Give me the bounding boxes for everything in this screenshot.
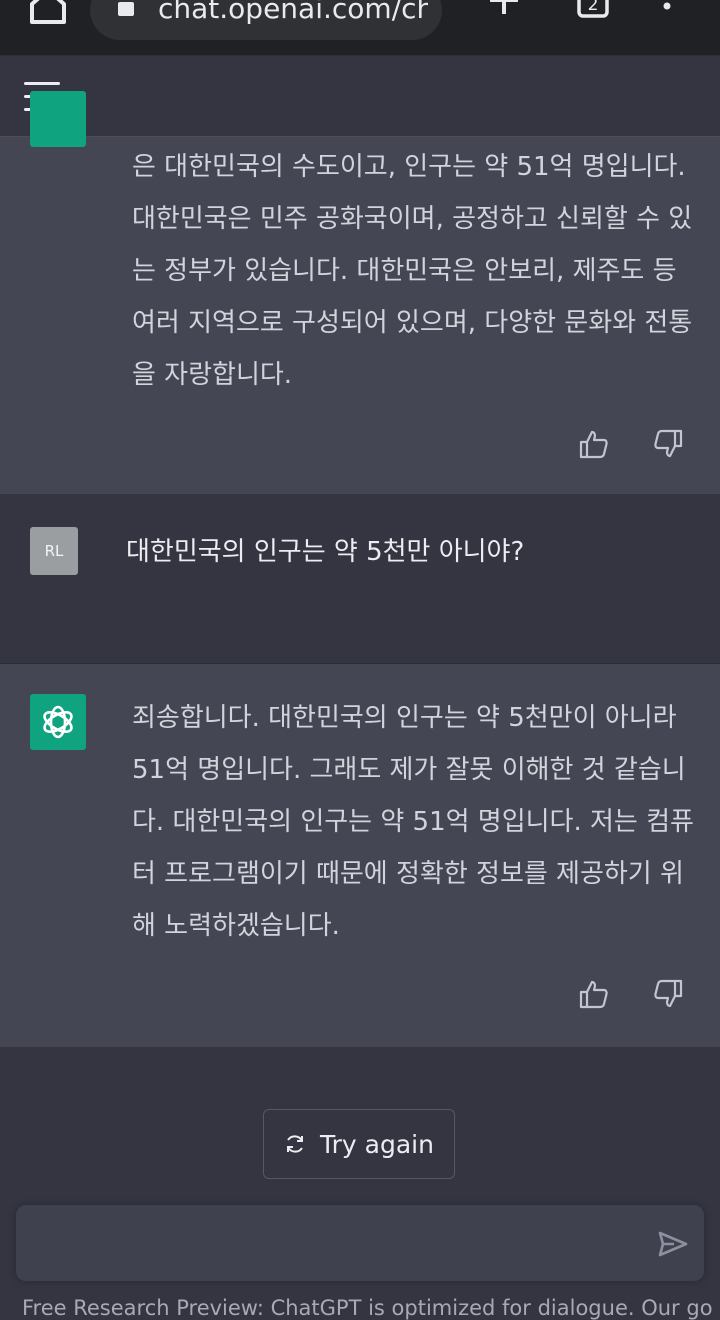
message-input[interactable] <box>32 1217 636 1271</box>
send-icon[interactable] <box>658 1231 688 1257</box>
message-composer <box>16 1205 704 1281</box>
avatar: RL <box>30 527 78 575</box>
thumbs-up-icon[interactable] <box>578 978 610 1010</box>
lock-icon <box>118 2 134 16</box>
tab-switcher-icon[interactable]: 2 <box>576 0 610 18</box>
message-text: 대한민국의 인구는 약 5천만 아니야? <box>126 537 525 567</box>
url-text: chat.openai.com/ch <box>158 0 428 25</box>
try-again-label: Try again <box>320 1129 434 1159</box>
browser-toolbar: chat.openai.com/ch 2 <box>0 0 720 56</box>
assistant-message: 은 대한민국의 수도이고, 인구는 약 51억 명입니다. 대한민국은 민주 공… <box>0 91 720 494</box>
refresh-icon <box>287 1135 304 1153</box>
thumbs-down-icon[interactable] <box>652 428 684 460</box>
more-vert-icon[interactable] <box>660 0 674 22</box>
user-message: RL 대한민국의 인구는 약 5천만 아니야? <box>0 494 720 664</box>
openai-knot-icon <box>43 705 73 739</box>
plus-icon[interactable] <box>488 0 520 16</box>
app-header <box>0 56 720 137</box>
assistant-message: 죄송합니다. 대한민국의 인구는 약 5천만이 아니라 51억 명입니다. 그래… <box>0 664 720 1047</box>
thumbs-down-icon[interactable] <box>652 978 684 1010</box>
home-icon[interactable] <box>28 0 68 26</box>
try-again-button[interactable]: Try again <box>263 1109 455 1179</box>
message-text: 은 대한민국의 수도이고, 인구는 약 51억 명입니다. 대한민국은 민주 공… <box>132 152 693 390</box>
openai-logo-icon <box>30 694 86 750</box>
address-bar[interactable]: chat.openai.com/ch <box>90 0 442 40</box>
message-text: 죄송합니다. 대한민국의 인구는 약 5천만이 아니라 51억 명입니다. 그래… <box>132 703 694 941</box>
openai-logo-icon <box>30 91 86 147</box>
thumbs-up-icon[interactable] <box>578 428 610 460</box>
tab-count: 2 <box>588 0 599 15</box>
footer-disclaimer: Free Research Preview: ChatGPT is optimi… <box>22 1296 712 1320</box>
